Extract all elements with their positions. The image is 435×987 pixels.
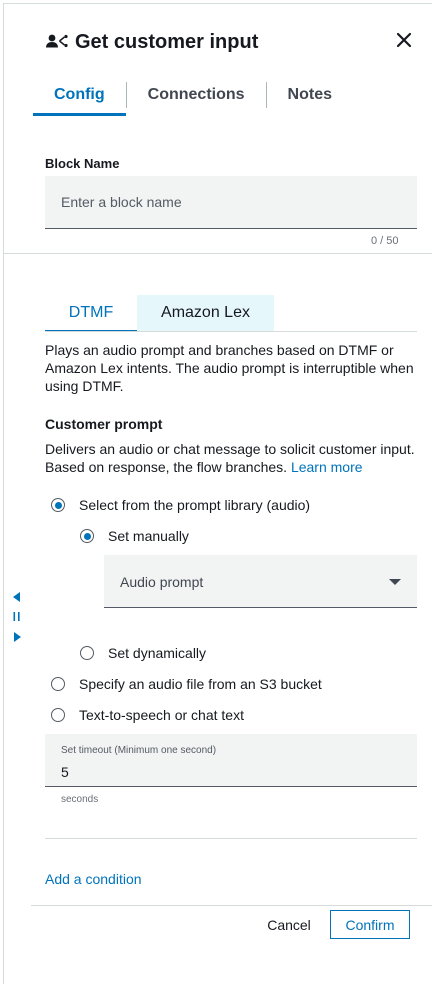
caret-down-icon — [389, 579, 401, 585]
confirm-button[interactable]: Confirm — [330, 910, 410, 939]
close-icon[interactable] — [395, 31, 413, 49]
cancel-button[interactable]: Cancel — [260, 910, 318, 939]
timeout-label: Set timeout (Minimum one second) — [61, 745, 217, 756]
footer-divider — [31, 905, 432, 906]
block-description: Plays an audio prompt and branches based… — [45, 342, 414, 394]
radio-text-to-speech[interactable]: Text-to-speech or chat text — [51, 707, 244, 723]
radio-button-checked[interactable] — [51, 498, 65, 512]
customer-prompt-description: Delivers an audio or chat message to sol… — [45, 440, 415, 476]
timeout-input[interactable]: Set timeout (Minimum one second) 5 — [45, 734, 417, 787]
panel-title: Get customer input — [75, 30, 259, 53]
main-tabs: Config Connections Notes — [33, 80, 353, 116]
radio-s3-audio-file[interactable]: Specify an audio file from an S3 bucket — [51, 676, 322, 692]
block-name-input[interactable]: Enter a block name — [45, 176, 417, 229]
radio-label: Set manually — [108, 528, 189, 544]
add-condition-link[interactable]: Add a condition — [45, 870, 142, 888]
radio-button[interactable] — [51, 677, 65, 691]
radio-label: Set dynamically — [108, 645, 207, 661]
tab-dtmf[interactable]: DTMF — [45, 295, 137, 332]
radio-set-manually[interactable]: Set manually — [80, 528, 189, 544]
audio-prompt-select[interactable]: Audio prompt — [104, 555, 417, 608]
tab-notes[interactable]: Notes — [267, 80, 353, 110]
properties-panel — [3, 3, 432, 984]
timeout-unit: seconds — [61, 794, 99, 805]
conditions-divider — [45, 838, 417, 839]
customer-input-icon — [45, 32, 69, 52]
radio-label: Text-to-speech or chat text — [79, 707, 244, 723]
tab-config[interactable]: Config — [33, 80, 126, 116]
select-value: Audio prompt — [120, 574, 204, 590]
input-type-tabs: DTMF Amazon Lex — [45, 295, 274, 332]
timeout-value: 5 — [61, 764, 69, 780]
subtabs-divider — [45, 331, 417, 332]
radio-label: Specify an audio file from an S3 bucket — [79, 676, 322, 692]
radio-button[interactable] — [51, 708, 65, 722]
radio-button[interactable] — [80, 646, 94, 660]
tab-amazon-lex[interactable]: Amazon Lex — [137, 295, 274, 331]
panel-resize-handle[interactable] — [11, 591, 23, 643]
block-name-counter: 0 / 50 — [371, 235, 399, 247]
radio-prompt-library[interactable]: Select from the prompt library (audio) — [51, 497, 310, 513]
radio-set-dynamically[interactable]: Set dynamically — [80, 645, 206, 661]
block-name-label: Block Name — [45, 156, 120, 171]
learn-more-link[interactable]: Learn more — [291, 459, 363, 475]
radio-label: Select from the prompt library (audio) — [79, 497, 311, 513]
section-divider — [3, 253, 432, 254]
panel-header: Get customer input — [45, 30, 258, 54]
tab-connections[interactable]: Connections — [127, 80, 266, 110]
radio-button-checked[interactable] — [80, 529, 94, 543]
customer-prompt-heading: Customer prompt — [45, 416, 163, 432]
